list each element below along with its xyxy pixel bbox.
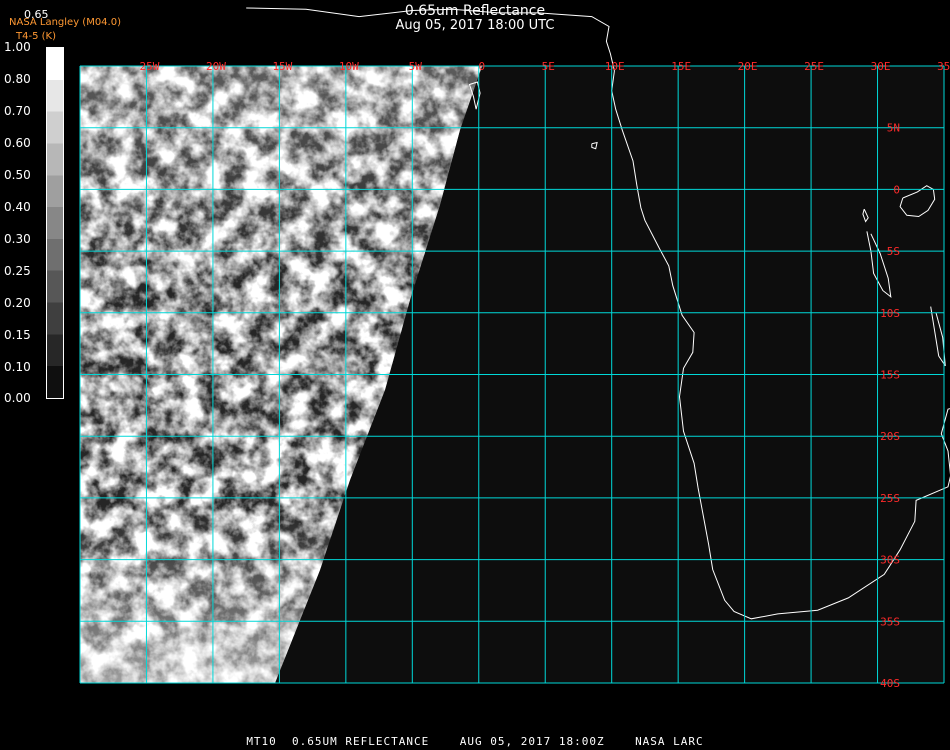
- longitude-label: 25E: [804, 60, 824, 73]
- colorbar-tick-label: 0.40: [4, 200, 31, 214]
- map-title: 0.65um Reflectance: [404, 3, 546, 19]
- colorbar-tick-label: 0.30: [4, 232, 31, 246]
- latitude-label: 15S: [880, 369, 900, 382]
- satellite-map: 25W 20W 15W 10W 5W 0 5E 10E 15E 20E 25E 30E 35E 5N 0 5S…: [79, 7, 950, 690]
- longitude-label: 10E: [605, 60, 625, 73]
- latitude-label: 40S: [880, 677, 900, 690]
- longitude-label: 35E: [937, 60, 950, 73]
- colorbar-tick-label: 0.10: [4, 360, 31, 374]
- latitude-label: 0: [893, 183, 900, 196]
- longitude-label: 20E: [738, 60, 758, 73]
- colorbar-tick-label: 0.00: [4, 391, 31, 405]
- footer-caption: MT10 0.65UM REFLECTANCE AUG 05, 2017 18:…: [246, 735, 704, 748]
- colorbar: [46, 47, 64, 399]
- longitude-label: 30E: [871, 60, 891, 73]
- credit-source: NASA Langley (M04.0): [9, 17, 121, 28]
- longitude-label: 5E: [542, 60, 555, 73]
- colorbar-tick-label: 0.70: [4, 104, 31, 118]
- colorbar-tick-label: 0.50: [4, 168, 31, 182]
- longitude-label: 5W: [409, 60, 423, 73]
- longitude-label: 25W: [140, 60, 160, 73]
- colorbar-tick-label: 0.80: [4, 72, 31, 86]
- longitude-label: 20W: [206, 60, 226, 73]
- latitude-label: 20S: [880, 430, 900, 443]
- longitude-label: 0: [478, 60, 485, 73]
- latitude-label: 5N: [887, 122, 900, 135]
- colorbar-tick-label: 0.60: [4, 136, 31, 150]
- latitude-label: 10S: [880, 307, 900, 320]
- longitude-label: 10W: [339, 60, 359, 73]
- map-timestamp: Aug 05, 2017 18:00 UTC: [395, 18, 555, 33]
- colorbar-tick-label: 0.15: [4, 328, 31, 342]
- colorbar-tick-label: 1.00: [4, 40, 31, 54]
- longitude-label: 15E: [671, 60, 691, 73]
- colorbar-tick-label: 0.25: [4, 264, 31, 278]
- latitude-label: 30S: [880, 554, 900, 567]
- longitude-label: 15W: [272, 60, 292, 73]
- colorbar-tick-label: 0.20: [4, 296, 31, 310]
- latitude-label: 35S: [880, 615, 900, 628]
- latitude-label: 25S: [880, 492, 900, 505]
- latitude-label: 5S: [887, 245, 900, 258]
